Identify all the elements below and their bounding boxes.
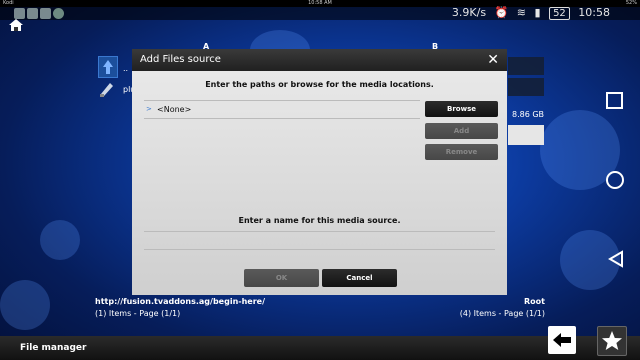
notification-icon [40, 8, 51, 19]
remove-button[interactable]: Remove [425, 144, 498, 160]
circle-icon[interactable] [606, 171, 624, 189]
status-time: 10:58 [578, 6, 610, 19]
window-title: File manager [20, 343, 87, 353]
name-input[interactable] [144, 249, 495, 250]
dialog-body: Enter the paths or browse for the media … [132, 71, 507, 295]
right-pane-selected-item[interactable] [508, 125, 544, 145]
path-list: > <None> [144, 100, 420, 190]
drive-size: 8.86 GB [512, 110, 545, 119]
small-battery: 52% [625, 0, 637, 6]
back-arrow-icon[interactable] [548, 326, 576, 354]
home-icon[interactable] [8, 17, 24, 31]
cancel-button[interactable]: Cancel [322, 269, 397, 287]
bokeh-decoration [0, 280, 50, 330]
right-pane-item[interactable] [508, 78, 544, 96]
right-pane-count: (4) Items - Page (1/1) [459, 309, 545, 318]
bokeh-decoration [40, 220, 80, 260]
parent-folder-label[interactable]: .. [123, 64, 128, 73]
dialog-title: Add Files source [140, 54, 221, 65]
parent-folder-icon[interactable] [98, 56, 118, 78]
right-pane-item[interactable] [508, 57, 544, 75]
chevron-right-icon: > [146, 105, 152, 113]
network-speed: 3.9K/s [451, 6, 487, 19]
add-button[interactable]: Add [425, 123, 498, 139]
bottom-bar [0, 336, 640, 360]
browse-button[interactable]: Browse [425, 101, 498, 117]
signal-icon: ▮ [534, 6, 541, 19]
notification-icon [27, 8, 38, 19]
close-icon[interactable]: ✕ [487, 52, 499, 68]
ok-button[interactable]: OK [244, 269, 319, 287]
paths-heading: Enter the paths or browse for the media … [205, 80, 434, 89]
alarm-icon: ⏰ [494, 6, 509, 19]
left-pane-path: http://fusion.tvaddons.ag/begin-here/ [95, 297, 266, 306]
right-pane-path: Root [524, 297, 545, 306]
whatsapp-icon [53, 8, 64, 19]
name-field-top-border [144, 231, 495, 232]
battery-indicator: 52 [549, 7, 570, 20]
square-icon[interactable] [606, 92, 623, 109]
path-entry-label: <None> [157, 105, 192, 114]
dialog-title-bar: Add Files source ✕ [132, 49, 507, 71]
plugin-folder-icon[interactable] [98, 80, 116, 98]
path-list-item[interactable]: > <None> [144, 100, 420, 119]
star-icon[interactable] [597, 326, 627, 356]
triangle-back-icon[interactable] [607, 250, 625, 268]
add-source-dialog: Add Files source ✕ Enter the paths or br… [132, 49, 507, 295]
status-right: 3.9K/s ⏰ ≋ ▮ 52 10:58 [447, 6, 610, 20]
left-pane-count: (1) Items - Page (1/1) [95, 309, 181, 318]
name-heading: Enter a name for this media source. [238, 216, 401, 225]
wifi-icon: ≋ [516, 6, 526, 19]
